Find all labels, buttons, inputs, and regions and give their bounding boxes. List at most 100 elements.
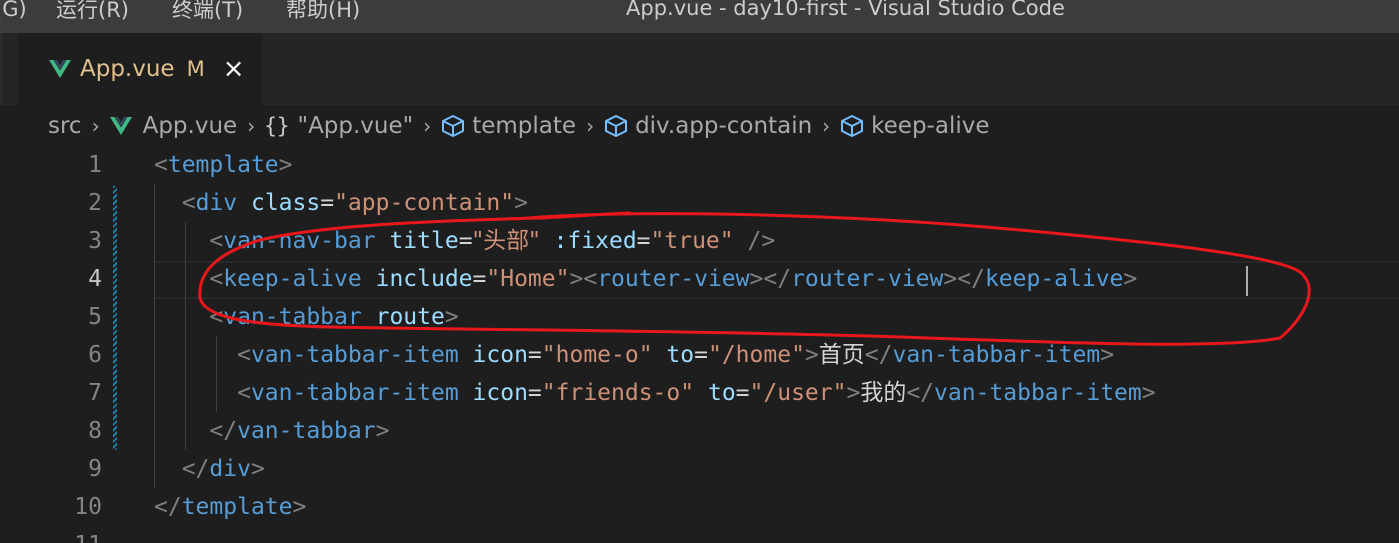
tab-app-vue[interactable]: App.vue M ×	[18, 33, 262, 105]
line-number: 11	[48, 526, 102, 543]
line-number: 1	[88, 152, 102, 178]
code-token: =	[735, 380, 750, 406]
code-text: </van-tabbar>	[154, 412, 389, 450]
code-text: <template>	[154, 146, 293, 184]
code-token: </	[154, 494, 182, 520]
code-token: =	[320, 190, 335, 216]
code-line[interactable]: 5 <van-tabbar route>	[0, 298, 1399, 336]
code-token: =	[472, 266, 487, 292]
code-token: =	[694, 342, 708, 368]
line-number: 4	[88, 266, 102, 292]
breadcrumb-item-div[interactable]: div.app-contain	[603, 113, 812, 139]
breadcrumb: src › App.vue › {} "App.vue" › template …	[48, 108, 990, 144]
code-token: </	[209, 418, 238, 444]
menu-item-go[interactable]: (G)	[0, 0, 56, 21]
line-number: 5	[88, 304, 102, 330]
code-token: "true"	[650, 228, 734, 254]
code-line[interactable]: 7 <van-tabbar-item icon="friends-o" to="…	[0, 374, 1399, 412]
breadcrumb-item-keep-alive[interactable]: keep-alive	[839, 113, 990, 139]
code-token: include	[375, 266, 473, 292]
code-token: ><	[569, 266, 598, 292]
menu-item-help[interactable]: 帮助(H)	[286, 0, 360, 24]
code-editor[interactable]: 1 <template> 2 <div class="app-contain"> 3 …	[0, 146, 1399, 543]
code-line[interactable]: 1 <template>	[0, 146, 1399, 184]
code-line[interactable]: 8 </van-tabbar>	[0, 412, 1399, 450]
menu-item-run[interactable]: 运行(R)	[56, 0, 172, 24]
code-line[interactable]: 11	[0, 526, 1399, 543]
code-text: <van-nav-bar title="头部" :fixed="true" />	[154, 222, 775, 260]
breadcrumb-item-template[interactable]: template	[440, 113, 576, 139]
code-token: van-tabbar	[223, 304, 362, 330]
tab-strip-edge	[0, 33, 2, 105]
code-token: router-view	[597, 266, 750, 292]
code-token: "/home"	[707, 342, 805, 368]
code-line[interactable]: 2 <div class="app-contain">	[0, 184, 1399, 222]
code-token: />	[747, 228, 776, 254]
line-number: 9	[88, 456, 102, 482]
code-line[interactable]: 3 <van-nav-bar title="头部" :fixed="true" …	[0, 222, 1399, 260]
code-token: <	[237, 380, 251, 406]
cube-icon	[442, 115, 465, 137]
code-line[interactable]: 4 <keep-alive include="Home"><router-vie…	[0, 260, 1399, 298]
code-token: >	[1141, 380, 1156, 406]
close-icon[interactable]: ×	[223, 56, 245, 82]
editor-tab-strip: App.vue M ×	[0, 33, 1399, 105]
breadcrumb-item-src[interactable]: src	[48, 113, 82, 139]
text-cursor	[1246, 266, 1248, 296]
code-line[interactable]: 9 </div>	[0, 450, 1399, 488]
code-token: 首页	[818, 342, 865, 368]
code-token: van-tabbar-item	[892, 342, 1101, 368]
code-line[interactable]: 10 </template>	[0, 488, 1399, 526]
code-token: >	[804, 342, 819, 368]
code-token: 我的	[860, 380, 907, 406]
line-number: 2	[88, 190, 102, 216]
chevron-right-icon: ›	[247, 114, 256, 138]
breadcrumb-label: div.app-contain	[635, 113, 813, 139]
code-text: <van-tabbar-item icon="friends-o" to="/u…	[154, 374, 1156, 412]
line-number: 8	[88, 418, 102, 444]
code-token: >	[375, 418, 390, 444]
breadcrumb-item-module[interactable]: {} "App.vue"	[264, 113, 413, 139]
code-token: >	[444, 304, 459, 330]
code-token: </	[864, 342, 893, 368]
code-token: <	[237, 342, 251, 368]
code-token: >	[1123, 266, 1138, 292]
window-title: App.vue - day10-first - Visual Studio Co…	[626, 0, 1065, 20]
code-token: <	[181, 190, 196, 216]
chevron-right-icon: ›	[586, 114, 595, 138]
breadcrumb-label: template	[472, 113, 577, 139]
code-token: "home-o"	[541, 342, 653, 368]
code-line[interactable]: 6 <van-tabbar-item icon="home-o" to="/ho…	[0, 336, 1399, 374]
code-token: "app-contain"	[334, 190, 515, 216]
code-token: template	[181, 494, 293, 520]
code-text: <keep-alive include="Home"><router-view>…	[154, 260, 1137, 298]
code-token: div	[195, 190, 238, 216]
code-token: "Home"	[486, 266, 570, 292]
code-token: icon	[472, 380, 528, 406]
code-text: <van-tabbar-item icon="home-o" to="/home…	[154, 336, 1114, 374]
code-token: =	[636, 228, 651, 254]
code-token: ></	[943, 266, 985, 292]
line-number: 10	[74, 494, 102, 520]
code-token: >	[1100, 342, 1115, 368]
breadcrumb-item-file[interactable]: App.vue	[109, 113, 237, 139]
code-text: </template>	[154, 488, 306, 526]
title-bar: (G) 运行(R) 终端(T) 帮助(H) App.vue - day10-fi…	[0, 0, 1399, 33]
code-token: van-tabbar-item	[250, 342, 459, 368]
code-token: </	[906, 380, 935, 406]
code-token: class	[250, 190, 321, 216]
code-token: =	[527, 380, 542, 406]
code-token: "/user"	[749, 380, 847, 406]
menu-item-terminal[interactable]: 终端(T)	[172, 0, 286, 24]
code-token: "头部"	[472, 228, 540, 254]
